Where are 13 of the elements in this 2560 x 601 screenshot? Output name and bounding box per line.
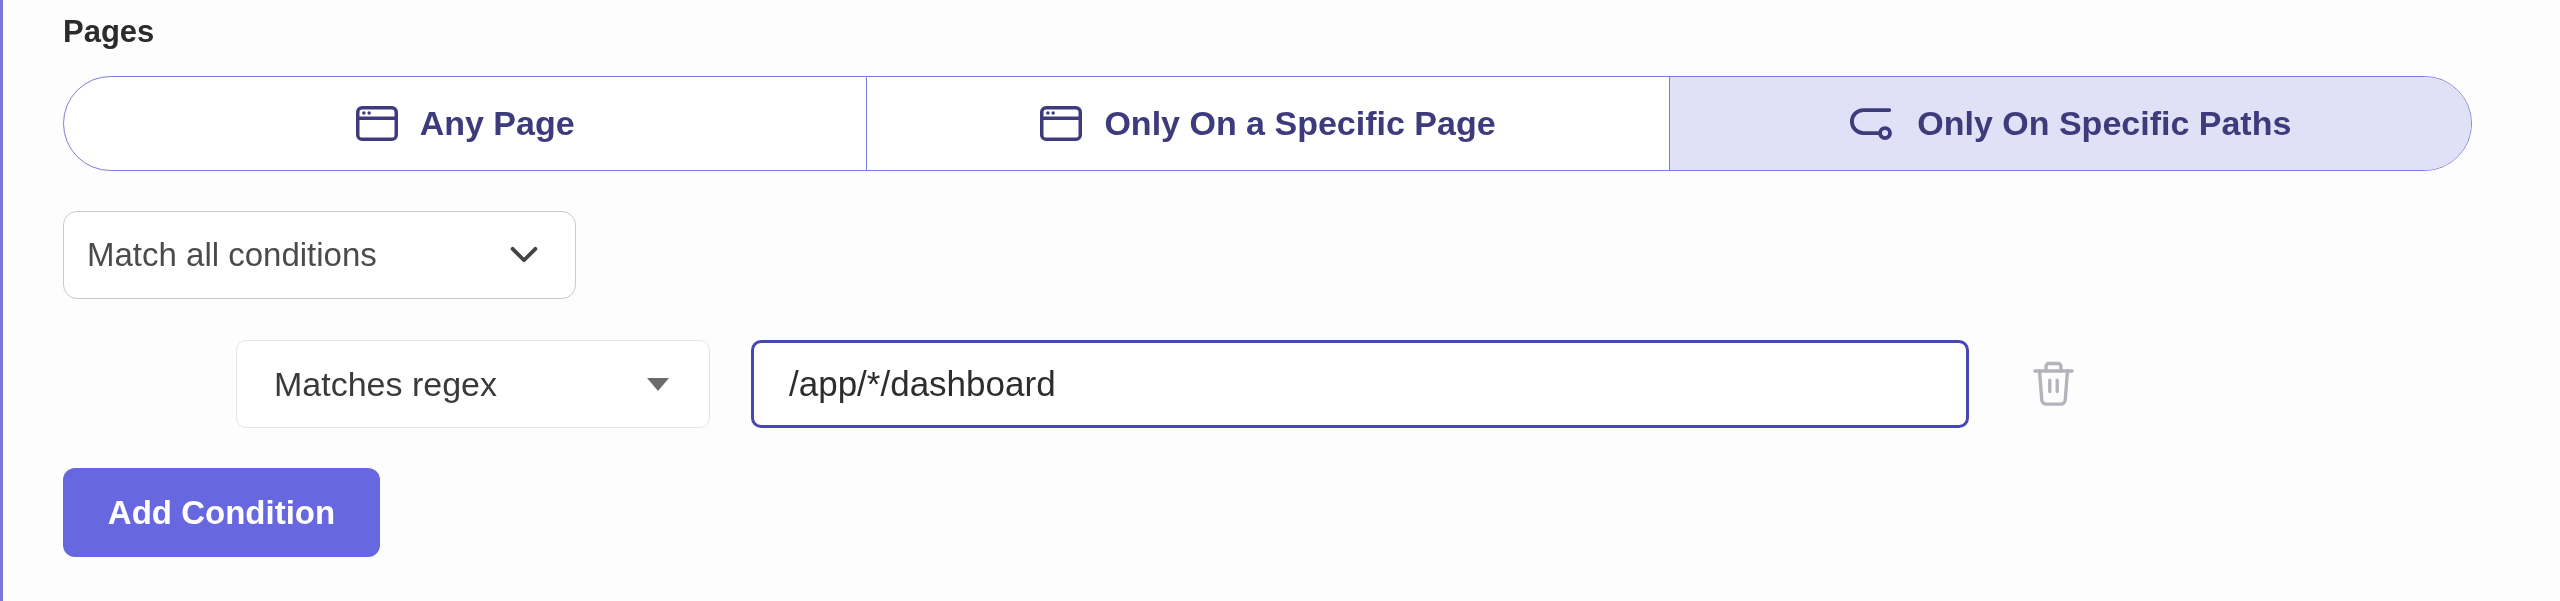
- tab[interactable]: Only On Specific Paths: [1668, 77, 2471, 170]
- trash-icon[interactable]: [2033, 361, 2074, 407]
- regex-input[interactable]: /app/*/dashboard: [751, 340, 1969, 428]
- section-title: Pages: [63, 14, 155, 50]
- browser-window-icon: [1040, 106, 1083, 141]
- add-condition-button[interactable]: Add Condition: [63, 468, 380, 557]
- chevron-down-icon: [510, 246, 538, 264]
- operator-select[interactable]: Matches regex: [236, 340, 710, 428]
- browser-window-icon: [355, 106, 398, 141]
- tab[interactable]: Only On a Specific Page: [866, 77, 1669, 170]
- tab[interactable]: Any Page: [64, 77, 867, 170]
- match-mode-select[interactable]: Match all conditions: [63, 211, 576, 299]
- caret-down-icon: [647, 377, 669, 391]
